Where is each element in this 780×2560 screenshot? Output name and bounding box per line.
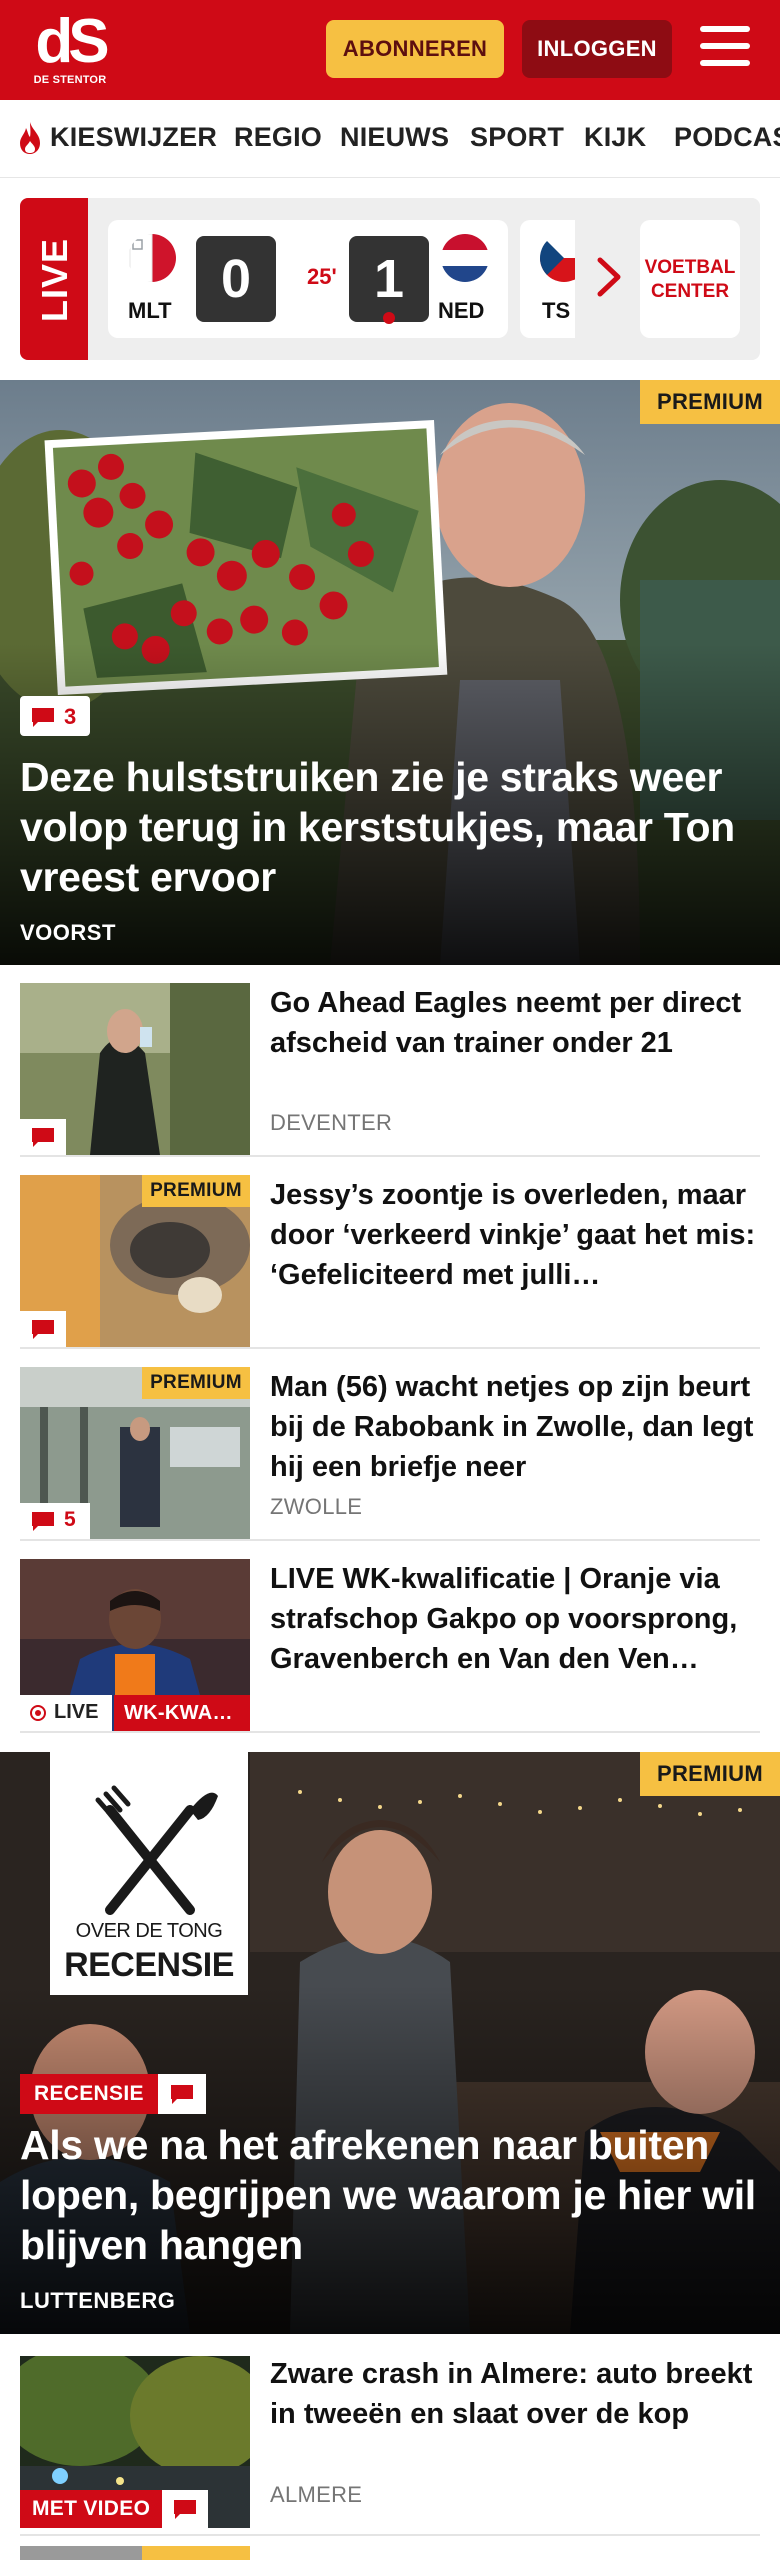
comment-count: 5 bbox=[64, 1508, 76, 1531]
article-title[interactable]: Zware crash in Almere: auto breekt in tw… bbox=[270, 2354, 760, 2434]
list-item[interactable]: Go Ahead Eagles neemt per direct afschei… bbox=[20, 965, 760, 1157]
netherlands-flag-icon bbox=[441, 234, 489, 282]
list-item[interactable]: MET VIDEO Zware crash in Almere: auto br… bbox=[20, 2334, 760, 2536]
live-dot-icon bbox=[30, 1705, 46, 1721]
premium-badge: PREMIUM bbox=[640, 380, 780, 424]
hero-article[interactable]: PREMIUM 3 Deze hulststruiken zie je stra… bbox=[0, 380, 780, 965]
feature-location: LUTTENBERG bbox=[20, 2288, 176, 2313]
live-tab[interactable]: LIVE bbox=[20, 198, 88, 360]
home-team-code: MLT bbox=[128, 298, 172, 323]
site-logo[interactable]: dS DE STENTOR bbox=[28, 7, 112, 92]
category-badge: WK-KWA… bbox=[114, 1695, 250, 1731]
article-location: ALMERE bbox=[270, 2482, 363, 2507]
article-title[interactable]: Jessy’s zoontje is overleden, maar door … bbox=[270, 1175, 760, 1295]
login-button[interactable]: INLOGGEN bbox=[522, 20, 672, 78]
match-minute: 25' bbox=[307, 264, 337, 289]
article-thumbnail: PREMIUM 5 bbox=[20, 1367, 250, 1539]
voetbal-center-label: VOETBAL CENTER bbox=[644, 257, 736, 302]
article-location: DEVENTER bbox=[270, 1110, 393, 1135]
away-team-code: NED bbox=[438, 298, 485, 323]
comment-count-badge[interactable]: 3 bbox=[20, 696, 90, 736]
next-match-card[interactable]: TS bbox=[520, 220, 575, 338]
fork-knife-icon bbox=[95, 1785, 218, 1915]
comment-icon bbox=[32, 1128, 54, 1147]
site-header: dS DE STENTOR ABONNEREN INLOGGEN bbox=[0, 0, 780, 100]
premium-badge-partial bbox=[142, 2546, 250, 2560]
subscribe-button[interactable]: ABONNEREN bbox=[326, 20, 504, 78]
nav-item-kieswijzer[interactable]: KIESWIJZER bbox=[50, 122, 217, 153]
hero-location: VOORST bbox=[20, 920, 116, 945]
comment-icon bbox=[32, 1320, 54, 1339]
article-thumbnail: PREMIUM bbox=[20, 1175, 250, 1347]
nav-item-kijk[interactable]: KIJK bbox=[584, 122, 646, 153]
feature-article[interactable]: PREMIUM OVER DE TONG RECENSIE RECENSIE A… bbox=[0, 1752, 780, 2334]
goal-indicator bbox=[383, 312, 395, 324]
premium-badge: PREMIUM bbox=[142, 1175, 250, 1207]
logo-mark: dS bbox=[35, 7, 109, 76]
article-thumbnail-partial bbox=[20, 2546, 250, 2560]
hamburger-icon[interactable] bbox=[700, 26, 754, 72]
comment-count-badge: 5 bbox=[20, 1503, 90, 1539]
premium-badge: PREMIUM bbox=[640, 1752, 780, 1796]
comment-icon bbox=[174, 2500, 197, 2519]
comment-icon bbox=[32, 1512, 54, 1531]
nav-item-nieuws[interactable]: NIEUWS bbox=[340, 122, 449, 153]
live-badge: LIVE bbox=[20, 1695, 112, 1731]
comment-icon bbox=[32, 708, 54, 727]
malta-flag-icon bbox=[128, 234, 176, 282]
comment-badge bbox=[20, 1119, 66, 1155]
logo-subtitle: DE STENTOR bbox=[33, 74, 107, 86]
live-scores-widget: LIVE MLT 0 25' 1 NED TS VOETBAL CENTER bbox=[20, 198, 760, 360]
czechia-flag-icon bbox=[540, 234, 575, 282]
nav-item-sport[interactable]: SPORT bbox=[470, 122, 564, 153]
article-title[interactable]: Man (56) wacht netjes op zijn beurt bij … bbox=[270, 1367, 760, 1487]
live-badge-label: LIVE bbox=[54, 1701, 99, 1723]
list-item[interactable]: PREMIUM Jessy’s zoontje is overleden, ma… bbox=[20, 1157, 760, 1349]
nav-item-regio[interactable]: REGIO bbox=[234, 122, 322, 153]
live-tab-label: LIVE bbox=[34, 238, 75, 323]
category-tag: RECENSIE bbox=[20, 2074, 206, 2114]
list-item[interactable]: PREMIUM 5 Man (56) wacht netjes op zijn … bbox=[20, 1349, 760, 1541]
comment-badge bbox=[20, 1311, 66, 1347]
article-title[interactable]: LIVE WK-kwalificatie | Oranje via strafs… bbox=[270, 1559, 760, 1679]
comment-count: 3 bbox=[64, 704, 77, 729]
flame-icon bbox=[20, 122, 40, 154]
comment-icon bbox=[170, 2085, 193, 2104]
article-thumbnail: LIVE WK-KWA… bbox=[20, 1559, 250, 1731]
next-team-code: TS bbox=[542, 298, 571, 323]
main-nav: KIESWIJZER REGIO NIEUWS SPORT KIJK PODCA… bbox=[0, 100, 780, 178]
chevron-right-icon[interactable] bbox=[592, 250, 628, 304]
video-badge-label: MET VIDEO bbox=[20, 2490, 163, 2528]
article-title[interactable]: Go Ahead Eagles neemt per direct afschei… bbox=[270, 983, 760, 1063]
logo-line-1: OVER DE TONG bbox=[75, 1920, 223, 1942]
logo-line-2: RECENSIE bbox=[64, 1946, 234, 1984]
article-thumbnail bbox=[20, 983, 250, 1155]
comment-badge bbox=[162, 2490, 209, 2528]
voetbal-center-link[interactable]: VOETBAL CENTER bbox=[640, 220, 740, 338]
comment-badge bbox=[157, 2074, 206, 2114]
video-badge: MET VIDEO bbox=[20, 2490, 209, 2528]
list-item[interactable]: LIVE WK-KWA… LIVE WK-kwalificatie | Oran… bbox=[20, 1541, 760, 1733]
nav-item-podcast[interactable]: PODCAS bbox=[674, 122, 780, 153]
away-score: 1 bbox=[349, 236, 429, 322]
match-card[interactable]: MLT 0 25' 1 NED bbox=[108, 220, 508, 338]
home-score: 0 bbox=[196, 236, 276, 322]
article-location: ZWOLLE bbox=[270, 1494, 363, 1519]
premium-badge: PREMIUM bbox=[142, 1367, 250, 1399]
feature-title[interactable]: Als we na het afrekenen naar buiten lope… bbox=[20, 2120, 760, 2270]
article-thumbnail: MET VIDEO bbox=[20, 2356, 250, 2528]
hero-title[interactable]: Deze hulststruiken zie je straks weer vo… bbox=[20, 752, 760, 902]
category-label: RECENSIE bbox=[20, 2074, 158, 2114]
over-de-tong-logo: OVER DE TONG RECENSIE bbox=[50, 1752, 248, 1995]
